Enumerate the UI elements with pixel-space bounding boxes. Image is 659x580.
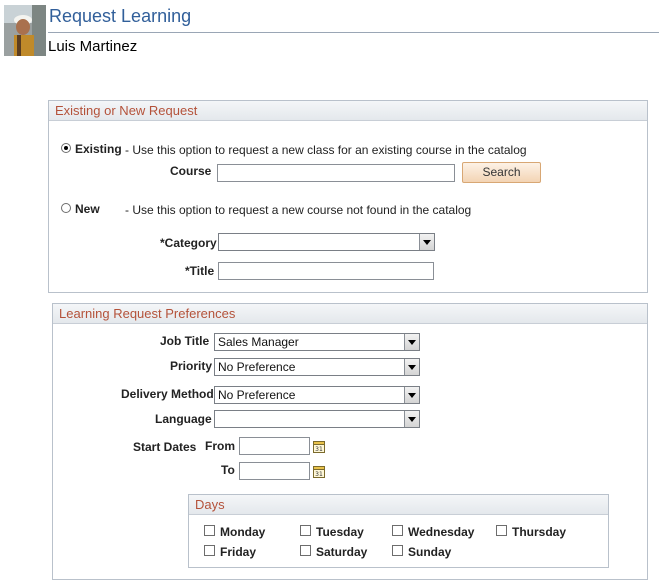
avatar — [4, 5, 46, 56]
priority-label: Priority — [170, 359, 213, 373]
title-label: *Title — [185, 264, 215, 278]
preferences-group: Learning Request Preferences Job Title S… — [52, 303, 648, 580]
to-date-input[interactable] — [239, 462, 310, 480]
title-input[interactable] — [218, 262, 434, 280]
chevron-down-icon[interactable] — [404, 387, 419, 403]
delivery-method-value: No Preference — [218, 388, 296, 402]
chevron-down-icon[interactable] — [419, 234, 434, 250]
priority-value: No Preference — [218, 360, 296, 374]
chevron-down-icon[interactable] — [404, 334, 419, 350]
search-button[interactable]: Search — [462, 162, 541, 183]
course-label: Course — [170, 164, 212, 178]
tuesday-checkbox[interactable] — [300, 525, 311, 536]
new-radio[interactable] — [61, 203, 71, 213]
wednesday-label[interactable]: Wednesday — [408, 525, 474, 539]
to-label: To — [221, 463, 235, 477]
chevron-down-icon[interactable] — [404, 411, 419, 427]
job-title-label: Job Title — [160, 334, 210, 348]
job-title-value: Sales Manager — [218, 335, 299, 349]
delivery-method-select[interactable]: No Preference — [214, 386, 420, 404]
new-label[interactable]: New — [75, 202, 100, 216]
language-label: Language — [155, 412, 212, 426]
language-select[interactable] — [214, 410, 420, 428]
sunday-label[interactable]: Sunday — [408, 545, 451, 559]
friday-checkbox[interactable] — [204, 545, 215, 556]
request-type-group: Existing or New Request Existing - Use t… — [48, 100, 648, 293]
wednesday-checkbox[interactable] — [392, 525, 403, 536]
category-select[interactable] — [218, 233, 435, 251]
calendar-icon[interactable]: 31 — [313, 465, 325, 478]
monday-label[interactable]: Monday — [220, 525, 265, 539]
days-group: Days Monday Tuesday Wednesday Thursday F… — [188, 494, 609, 568]
monday-checkbox[interactable] — [204, 525, 215, 536]
from-date-input[interactable] — [239, 437, 310, 455]
svg-text:31: 31 — [315, 471, 323, 478]
days-title: Days — [195, 497, 225, 512]
existing-description: - Use this option to request a new class… — [125, 143, 527, 157]
request-type-title: Existing or New Request — [55, 103, 198, 118]
existing-radio[interactable] — [61, 143, 71, 153]
preferences-title: Learning Request Preferences — [59, 306, 236, 321]
delivery-method-label: Delivery Method — [121, 387, 214, 401]
svg-text:31: 31 — [315, 446, 323, 453]
calendar-icon[interactable]: 31 — [313, 440, 325, 453]
friday-label[interactable]: Friday — [220, 545, 256, 559]
existing-label[interactable]: Existing — [75, 142, 122, 156]
title-divider — [48, 32, 659, 33]
course-input[interactable] — [217, 164, 455, 182]
thursday-checkbox[interactable] — [496, 525, 507, 536]
saturday-label[interactable]: Saturday — [316, 545, 367, 559]
sunday-checkbox[interactable] — [392, 545, 403, 556]
preferences-header: Learning Request Preferences — [53, 304, 647, 324]
user-name: Luis Martinez — [48, 38, 138, 55]
from-label: From — [205, 439, 235, 453]
thursday-label[interactable]: Thursday — [512, 525, 566, 539]
priority-select[interactable]: No Preference — [214, 358, 420, 376]
start-dates-label: Start Dates — [133, 440, 197, 454]
request-type-header: Existing or New Request — [49, 101, 647, 121]
page-title: Request Learning — [49, 6, 192, 26]
days-header: Days — [189, 495, 608, 515]
saturday-checkbox[interactable] — [300, 545, 311, 556]
tuesday-label[interactable]: Tuesday — [316, 525, 364, 539]
job-title-select[interactable]: Sales Manager — [214, 333, 420, 351]
new-description: - Use this option to request a new cours… — [125, 203, 472, 217]
category-label: *Category — [160, 236, 217, 250]
chevron-down-icon[interactable] — [404, 359, 419, 375]
